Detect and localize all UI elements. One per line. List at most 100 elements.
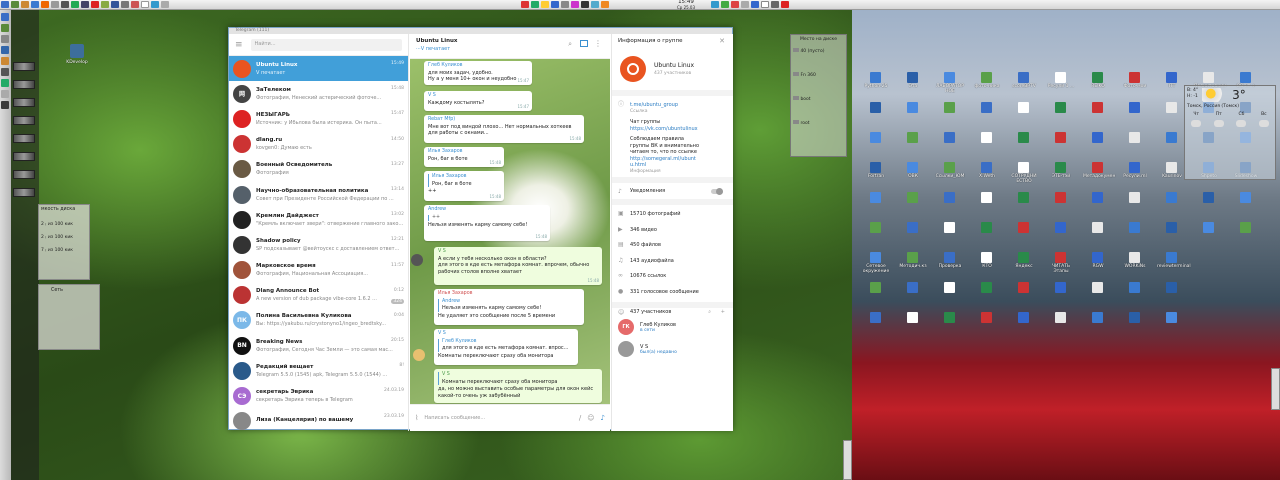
- desktop-icon-label[interactable]: Эта: [898, 84, 928, 89]
- desktop-file-icon[interactable]: [1129, 282, 1140, 293]
- desktop-file-icon[interactable]: [944, 312, 955, 323]
- desktop-file-icon[interactable]: [870, 162, 881, 173]
- chat-item[interactable]: НЕЗЫГАРЬ Источник: у Ибьлова была истерик…: [229, 106, 408, 131]
- desktop-file-icon[interactable]: [1092, 222, 1103, 233]
- chat-item[interactable]: Dlang Announce Bot A new version of dub p…: [229, 283, 408, 308]
- desktop-icon-label[interactable]: Kaurinov: [1157, 174, 1187, 179]
- media-row[interactable]: ▣ 15710 фотографий: [612, 209, 733, 225]
- menu-icon[interactable]: [1, 1, 9, 8]
- tray-icon[interactable]: [541, 1, 549, 8]
- desktop-file-icon[interactable]: [1166, 192, 1177, 203]
- desktop-file-icon[interactable]: [1240, 222, 1251, 233]
- desktop-file-icon[interactable]: [907, 312, 918, 323]
- add-member-icon[interactable]: +: [721, 309, 725, 315]
- app-icon[interactable]: [11, 1, 19, 8]
- notifications-row[interactable]: ♪ Уведомления: [612, 177, 733, 199]
- desktop-file-icon[interactable]: [1129, 192, 1140, 203]
- desktop-icon-label[interactable]: Фото-мои: [1120, 84, 1150, 89]
- description-link[interactable]: https://vk.com/ubuntulinux: [630, 126, 699, 133]
- desktop-file-icon[interactable]: [981, 192, 992, 203]
- app-icon[interactable]: [111, 1, 119, 8]
- desktop-file-icon[interactable]: [1129, 162, 1140, 173]
- tray-icon[interactable]: [721, 1, 729, 8]
- chat-item[interactable]: Марковское время Фотография, Национальная…: [229, 258, 408, 283]
- message-bubble[interactable]: Глеб Куликов для моих задач, удобно. Ну …: [424, 61, 532, 85]
- desktop-file-icon[interactable]: [1166, 72, 1177, 83]
- app-icon[interactable]: [101, 1, 109, 8]
- desktop-file-icon[interactable]: [1129, 222, 1140, 233]
- telegram-icon[interactable]: [151, 1, 159, 8]
- desktop-file-icon[interactable]: [1129, 102, 1140, 113]
- desktop-file-icon[interactable]: [1055, 282, 1066, 293]
- desktop-file-icon[interactable]: [870, 312, 881, 323]
- terminal-icon[interactable]: [61, 1, 69, 8]
- desktop-file-icon[interactable]: [1092, 132, 1103, 143]
- tray-icon[interactable]: [571, 1, 579, 8]
- desktop-icon-label[interactable]: Проверка: [935, 264, 965, 269]
- media-row[interactable]: ▤ 450 файлов: [612, 240, 733, 256]
- menu-icon[interactable]: ≡: [235, 40, 243, 50]
- place-item[interactable]: Fn 360: [791, 58, 846, 82]
- chat-item[interactable]: СЭ секретарь Эврика секретарь Эврика тепер…: [229, 383, 408, 408]
- desktop-file-icon[interactable]: [870, 222, 881, 233]
- chat-item[interactable]: dlang.ru kovgen0: Думаю есть 14:50: [229, 132, 408, 157]
- clock[interactable]: 15:49 Ср 25.03: [672, 0, 700, 10]
- desktop-file-icon[interactable]: [1129, 252, 1140, 263]
- dock-icon[interactable]: [1, 90, 9, 98]
- message-bubble[interactable]: Илья Захаров Рон, баг в боте ++ 15:48: [424, 171, 504, 201]
- avatar[interactable]: [411, 254, 423, 266]
- desktop-file-icon[interactable]: [1018, 72, 1029, 83]
- message-bubble[interactable]: V S Комнаты переключают сразу оба монито…: [434, 369, 602, 403]
- desktop-file-icon[interactable]: [981, 72, 992, 83]
- message-bubble[interactable]: Илья Захаров Рон, баг в боте 15:48: [424, 147, 504, 167]
- desktop-icon-label[interactable]: Python-25: [861, 84, 891, 89]
- app-icon[interactable]: [161, 1, 169, 8]
- desktop-file-icon[interactable]: [1092, 312, 1103, 323]
- desktop-file-icon[interactable]: [1240, 72, 1251, 83]
- kdevelop-icon[interactable]: [70, 44, 84, 58]
- desktop-icon-label[interactable]: КТО: [972, 264, 1002, 269]
- app-icon[interactable]: [31, 1, 39, 8]
- app-icon[interactable]: [71, 1, 79, 8]
- app-icon[interactable]: [91, 1, 99, 8]
- tray-icon[interactable]: [561, 1, 569, 8]
- desktop-file-icon[interactable]: [1018, 102, 1029, 113]
- desktop-file-icon[interactable]: [1055, 72, 1066, 83]
- desktop-icon-label[interactable]: RGW: [1083, 264, 1113, 269]
- desktop-file-icon[interactable]: [981, 252, 992, 263]
- message-input[interactable]: Написать сообщение...: [424, 415, 574, 421]
- dock-icon[interactable]: [1, 46, 9, 54]
- desktop-file-icon[interactable]: [1055, 162, 1066, 173]
- chat-item[interactable]: Ubuntu Linux V печатает 15:49: [229, 56, 408, 82]
- desktop-file-icon[interactable]: [1166, 102, 1177, 113]
- desktop-file-icon[interactable]: [870, 192, 881, 203]
- tray-icon[interactable]: [741, 1, 749, 8]
- desktop-icon-label[interactable]: REIKO: [1083, 84, 1113, 89]
- dock-icon[interactable]: [1, 68, 9, 76]
- desktop-file-icon[interactable]: [981, 222, 992, 233]
- desktop-file-icon[interactable]: [1018, 162, 1029, 173]
- media-row[interactable]: ▶ 346 видео: [612, 225, 733, 241]
- search-members-icon[interactable]: ⌕: [708, 309, 711, 315]
- desktop-file-icon[interactable]: [1092, 282, 1103, 293]
- desktop-file-icon[interactable]: [1166, 132, 1177, 143]
- chat-item[interactable]: Военный Осведомитель Фотография 13:27: [229, 157, 408, 182]
- dock-icon[interactable]: [1, 35, 9, 43]
- app-icon[interactable]: [81, 1, 89, 8]
- app-icon[interactable]: [51, 1, 59, 8]
- chat-item[interactable]: Редакций вещает Telegram 5.5.0 (1545) apk…: [229, 358, 408, 383]
- desktop-file-icon[interactable]: [981, 162, 992, 173]
- dock-icon[interactable]: [1, 101, 9, 109]
- message-bubble[interactable]: Andrew ++ Нельзя изменять карму самому с…: [424, 205, 550, 241]
- desktop-file-icon[interactable]: [870, 282, 881, 293]
- chat-item[interactable]: Shadow policy SP подсказывает @вейтоускс …: [229, 232, 408, 257]
- desktop-file-icon[interactable]: [1055, 252, 1066, 263]
- desktop-file-icon[interactable]: [1055, 102, 1066, 113]
- close-session-icon[interactable]: [781, 1, 789, 8]
- link-row[interactable]: ⓘ t.me/ubuntu_group Ссылка: [612, 100, 733, 117]
- desktop-file-icon[interactable]: [981, 132, 992, 143]
- commands-icon[interactable]: /: [579, 414, 581, 422]
- desktop-icon-label[interactable]: ОВК: [898, 174, 928, 179]
- member-row[interactable]: V Sбыл(а) недавно: [612, 338, 733, 360]
- message-bubble[interactable]: V S Каждому костылять? 15:47: [424, 91, 532, 111]
